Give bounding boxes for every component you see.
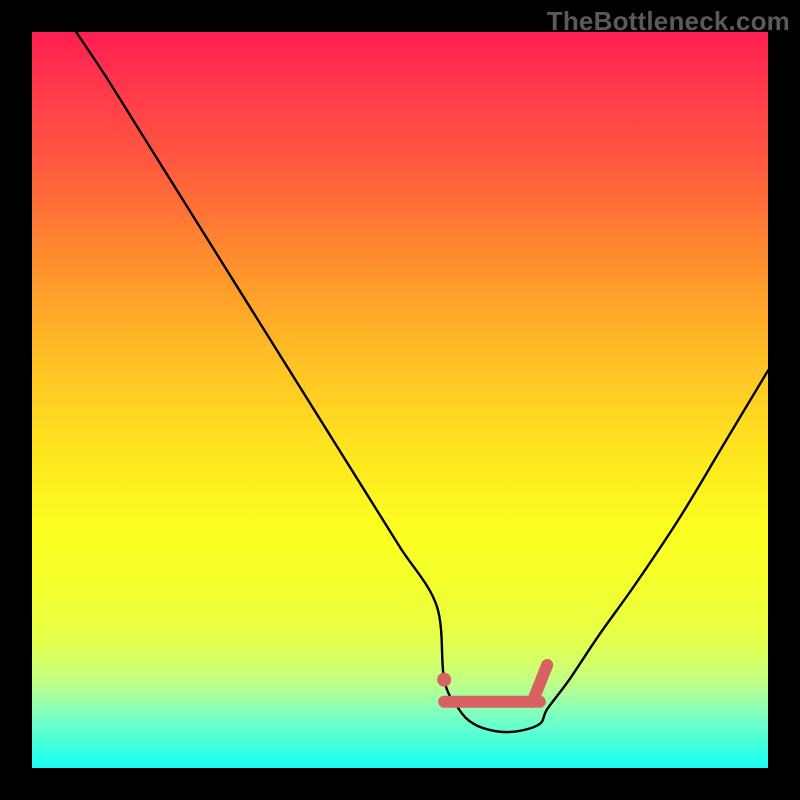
trough-marker-dot bbox=[437, 673, 451, 687]
chart-frame: TheBottleneck.com bbox=[0, 0, 800, 800]
curve-svg bbox=[32, 32, 768, 768]
plot-area bbox=[32, 32, 768, 768]
trough-marker-rise bbox=[532, 665, 547, 702]
bottleneck-curve bbox=[76, 32, 768, 732]
